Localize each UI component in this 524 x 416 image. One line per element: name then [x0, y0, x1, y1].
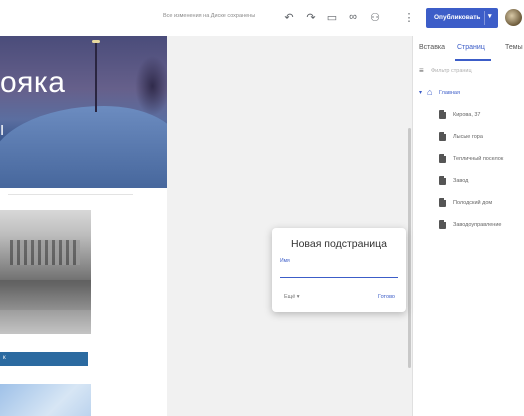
filter-icon: ≡: [419, 66, 424, 75]
page-icon: [439, 110, 446, 119]
page-item[interactable]: Заводоуправление: [439, 220, 524, 232]
hero-tree-shape: [135, 56, 167, 116]
page-icon: [439, 198, 446, 207]
sky-photo[interactable]: [0, 384, 91, 416]
page-preview[interactable]: ояка І к: [0, 36, 167, 416]
done-button[interactable]: Готово: [378, 294, 395, 300]
page-item-label: Лысые гора: [453, 134, 483, 140]
redo-icon[interactable]: ↷: [304, 10, 318, 24]
publish-separator: [484, 11, 485, 25]
expand-caret-icon[interactable]: ▾: [419, 89, 422, 96]
photo-detail-structure: [10, 240, 80, 265]
page-icon: [439, 154, 446, 163]
avatar[interactable]: [505, 9, 522, 26]
filter-placeholder: Фильтр страниц: [431, 68, 472, 74]
page-icon: [439, 132, 446, 141]
tab-pages[interactable]: Страниц: [457, 44, 485, 51]
blue-button-text: к: [3, 355, 6, 361]
more-button[interactable]: Ещё ▾: [284, 294, 300, 300]
page-item[interactable]: Кирова, 37: [439, 110, 524, 122]
hero-snow-shape: [0, 106, 167, 188]
canvas-scrollbar[interactable]: [408, 128, 411, 368]
section-divider: [8, 194, 133, 195]
page-item-label: Заводоуправление: [453, 222, 502, 228]
page-icon: [439, 220, 446, 229]
page-tree-root[interactable]: ▾ ⌂ Главная: [419, 87, 519, 100]
preview-icon[interactable]: ▭: [325, 10, 339, 24]
publish-options-icon[interactable]: ▾: [488, 12, 492, 20]
name-field-label: Имя: [280, 258, 290, 264]
tab-themes[interactable]: Темы: [505, 44, 523, 51]
page-item[interactable]: Полодский дом: [439, 198, 524, 210]
hero-banner[interactable]: ояка І: [0, 36, 167, 188]
hero-lamp: [92, 40, 100, 43]
side-panel: Вставка Страниц Темы ≡ Фильтр страниц ▾ …: [412, 36, 524, 416]
blue-button-block[interactable]: к: [0, 352, 88, 366]
page-item-label: Тепличный поселок: [453, 156, 504, 162]
panel-tabs: Вставка Страниц Темы: [413, 36, 524, 61]
root-page-label: Главная: [439, 90, 460, 96]
home-icon: ⌂: [427, 87, 433, 97]
tab-insert[interactable]: Вставка: [419, 44, 445, 51]
save-status: Все изменения на Диске сохранены: [163, 13, 256, 19]
undo-icon[interactable]: ↶: [282, 10, 296, 24]
page-icon: [439, 176, 446, 185]
page-item-label: Завод: [453, 178, 469, 184]
link-icon[interactable]: ∞: [346, 10, 360, 24]
page-item-label: Кирова, 37: [453, 112, 481, 118]
active-tab-indicator: [455, 59, 491, 61]
factory-photo[interactable]: [0, 210, 91, 334]
new-subpage-dialog: Новая подстраница Имя Ещё ▾ Готово: [272, 228, 406, 312]
hero-subtitle[interactable]: І: [0, 122, 4, 139]
page-item[interactable]: Лысые гора: [439, 132, 524, 144]
page-item-label: Полодский дом: [453, 200, 493, 206]
publish-button[interactable]: Опубликовать ▾: [426, 8, 498, 28]
share-icon[interactable]: ⚇: [368, 10, 382, 24]
more-vert-icon[interactable]: ⋮: [402, 10, 416, 24]
dialog-title: Новая подстраница: [290, 238, 387, 250]
publish-label: Опубликовать: [434, 14, 481, 21]
page-item[interactable]: Тепличный поселок: [439, 154, 524, 166]
page-filter[interactable]: ≡ Фильтр страниц: [419, 66, 523, 78]
top-toolbar: Все изменения на Диске сохранены ↶ ↷ ▭ ∞…: [0, 0, 524, 36]
name-field[interactable]: [280, 265, 398, 278]
photo-detail-ground: [0, 280, 91, 310]
page-item[interactable]: Завод: [439, 176, 524, 188]
hero-title[interactable]: ояка: [0, 66, 65, 100]
hero-lamp-pole: [95, 42, 97, 112]
